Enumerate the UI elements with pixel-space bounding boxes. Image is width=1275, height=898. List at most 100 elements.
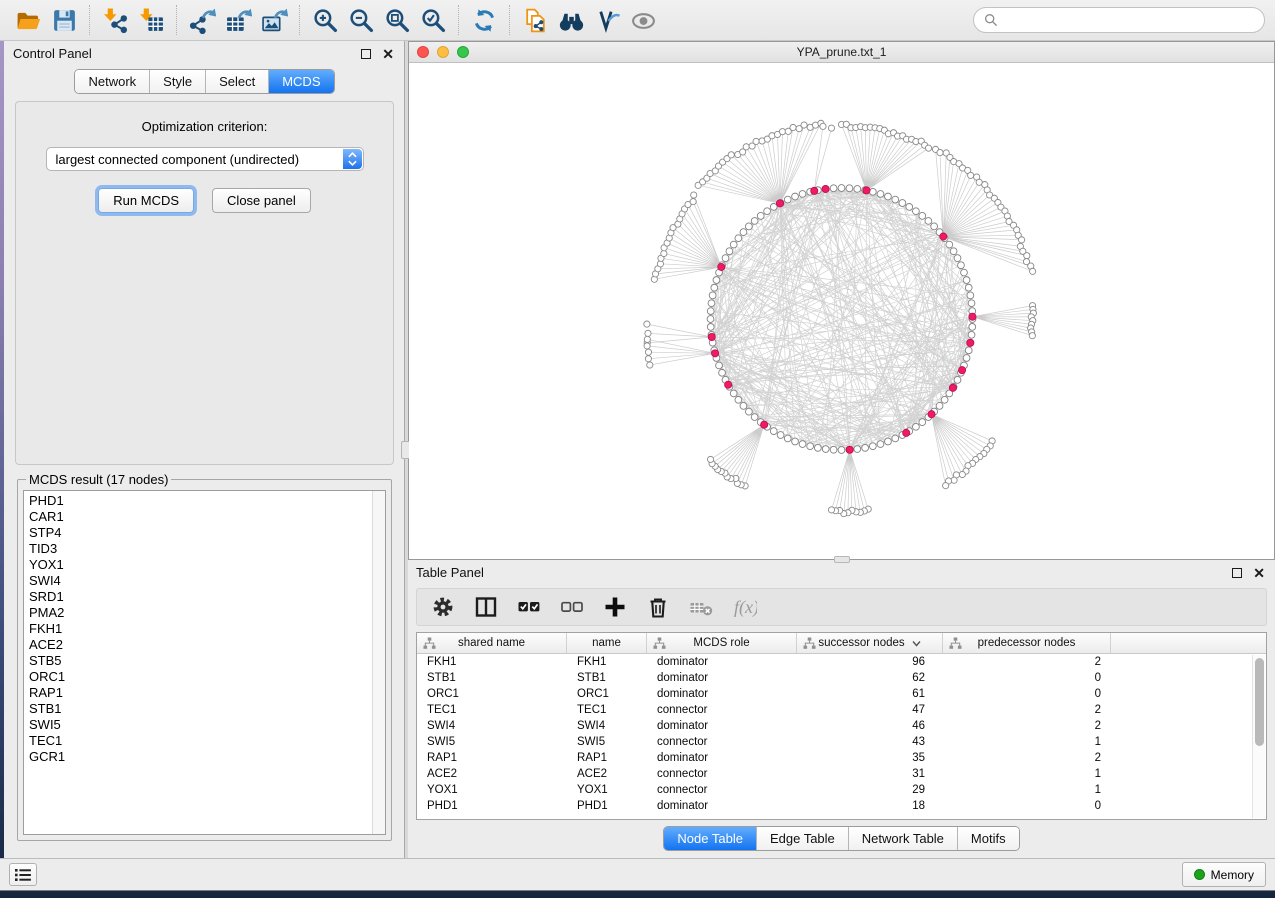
result-list-item[interactable]: PHD1	[29, 493, 385, 509]
table-cell[interactable]: RAP1	[567, 752, 647, 764]
table-panel-divider-grip[interactable]	[834, 556, 850, 563]
table-cell[interactable]: PHD1	[417, 800, 567, 812]
table-cell[interactable]: SWI4	[567, 720, 647, 732]
table-cell[interactable]: 2	[943, 704, 1111, 716]
table-row[interactable]: FKH1FKH1dominator962	[417, 654, 1266, 670]
result-list-item[interactable]: TID3	[29, 541, 385, 557]
search-box[interactable]	[973, 7, 1265, 33]
table-row[interactable]: SWI5SWI5connector431	[417, 734, 1266, 750]
table-cell[interactable]: 46	[797, 720, 943, 732]
tab-network[interactable]: Network	[75, 70, 150, 93]
clone-network-icon[interactable]	[517, 4, 553, 36]
table-cell[interactable]: dominator	[647, 688, 797, 700]
run-mcds-button[interactable]: Run MCDS	[98, 188, 194, 213]
tab-mcds[interactable]: MCDS	[269, 70, 333, 93]
result-list-item[interactable]: STB1	[29, 701, 385, 717]
table-tab-edge-table[interactable]: Edge Table	[757, 827, 849, 850]
mcds-result-list[interactable]: PHD1CAR1STP4TID3YOX1SWI4SRD1PMA2FKH1ACE2…	[23, 490, 386, 835]
automation-panel-button[interactable]	[9, 863, 37, 886]
table-cell[interactable]: connector	[647, 784, 797, 796]
table-cell[interactable]: 96	[797, 656, 943, 668]
close-table-panel-icon[interactable]: ✕	[1253, 568, 1265, 578]
close-window-icon[interactable]	[417, 46, 429, 58]
table-cell[interactable]: 1	[943, 784, 1111, 796]
table-cell[interactable]: 2	[943, 720, 1111, 732]
table-row[interactable]: STB1STB1dominator620	[417, 670, 1266, 686]
table-cell[interactable]: 47	[797, 704, 943, 716]
table-cell[interactable]: 29	[797, 784, 943, 796]
result-list-item[interactable]: FKH1	[29, 621, 385, 637]
result-list-item[interactable]: SRD1	[29, 589, 385, 605]
table-cell[interactable]: connector	[647, 736, 797, 748]
deselect-all-icon[interactable]	[558, 593, 586, 621]
table-scrollbar[interactable]	[1252, 655, 1265, 818]
table-cell[interactable]: 0	[943, 688, 1111, 700]
open-file-icon[interactable]	[10, 4, 46, 36]
select-all-icon[interactable]	[515, 593, 543, 621]
table-cell[interactable]: 1	[943, 768, 1111, 780]
table-cell[interactable]: SWI4	[417, 720, 567, 732]
table-cell[interactable]: SWI5	[567, 736, 647, 748]
table-row[interactable]: SWI4SWI4dominator462	[417, 718, 1266, 734]
table-row[interactable]: RAP1RAP1dominator352	[417, 750, 1266, 766]
table-cell[interactable]: 0	[943, 800, 1111, 812]
table-cell[interactable]: connector	[647, 768, 797, 780]
result-list-item[interactable]: GCR1	[29, 749, 385, 765]
export-image-icon[interactable]	[256, 4, 292, 36]
table-cell[interactable]: 43	[797, 736, 943, 748]
export-network-icon[interactable]	[184, 4, 220, 36]
search-input[interactable]	[1004, 13, 1254, 28]
table-cell[interactable]: ACE2	[417, 768, 567, 780]
table-scrollbar-thumb[interactable]	[1255, 658, 1264, 746]
table-cell[interactable]: dominator	[647, 800, 797, 812]
table-cell[interactable]: ORC1	[417, 688, 567, 700]
table-tab-node-table[interactable]: Node Table	[664, 827, 757, 850]
graphics-details-icon[interactable]	[589, 4, 625, 36]
table-cell[interactable]: 2	[943, 656, 1111, 668]
minimize-window-icon[interactable]	[437, 46, 449, 58]
table-cell[interactable]: 2	[943, 752, 1111, 764]
table-cell[interactable]: YOX1	[567, 784, 647, 796]
close-panel-icon[interactable]: ✕	[382, 49, 394, 59]
table-cell[interactable]: ORC1	[567, 688, 647, 700]
find-icon[interactable]	[553, 4, 589, 36]
save-session-icon[interactable]	[46, 4, 82, 36]
table-tab-network-table[interactable]: Network Table	[849, 827, 958, 850]
table-cell[interactable]: 61	[797, 688, 943, 700]
table-cell[interactable]: 62	[797, 672, 943, 684]
table-cell[interactable]: dominator	[647, 656, 797, 668]
result-list-item[interactable]: SWI5	[29, 717, 385, 733]
table-tab-motifs[interactable]: Motifs	[958, 827, 1019, 850]
table-row[interactable]: ACE2ACE2connector311	[417, 766, 1266, 782]
import-network-icon[interactable]	[97, 4, 133, 36]
table-cell[interactable]: 18	[797, 800, 943, 812]
split-columns-icon[interactable]	[472, 593, 500, 621]
close-panel-button[interactable]: Close panel	[212, 188, 311, 213]
delete-column-icon[interactable]	[644, 593, 672, 621]
table-cell[interactable]: STB1	[567, 672, 647, 684]
zoom-fit-icon[interactable]	[379, 4, 415, 36]
result-list-item[interactable]: RAP1	[29, 685, 385, 701]
table-cell[interactable]: FKH1	[567, 656, 647, 668]
add-column-icon[interactable]	[601, 593, 629, 621]
column-header-MCDS-role[interactable]: MCDS role	[647, 633, 797, 653]
result-list-item[interactable]: CAR1	[29, 509, 385, 525]
table-row[interactable]: YOX1YOX1connector291	[417, 782, 1266, 798]
import-table-icon[interactable]	[133, 4, 169, 36]
table-cell[interactable]: dominator	[647, 720, 797, 732]
export-table-icon[interactable]	[220, 4, 256, 36]
result-list-item[interactable]: STB5	[29, 653, 385, 669]
table-cell[interactable]: connector	[647, 704, 797, 716]
tab-style[interactable]: Style	[150, 70, 206, 93]
memory-button[interactable]: Memory	[1182, 862, 1266, 887]
table-cell[interactable]: ACE2	[567, 768, 647, 780]
table-cell[interactable]: STB1	[417, 672, 567, 684]
tab-select[interactable]: Select	[206, 70, 269, 93]
table-cell[interactable]: TEC1	[567, 704, 647, 716]
result-list-item[interactable]: PMA2	[29, 605, 385, 621]
table-cell[interactable]: 35	[797, 752, 943, 764]
column-header-shared-name[interactable]: shared name	[417, 633, 567, 653]
result-list-item[interactable]: TEC1	[29, 733, 385, 749]
table-row[interactable]: ORC1ORC1dominator610	[417, 686, 1266, 702]
result-list-item[interactable]: ACE2	[29, 637, 385, 653]
